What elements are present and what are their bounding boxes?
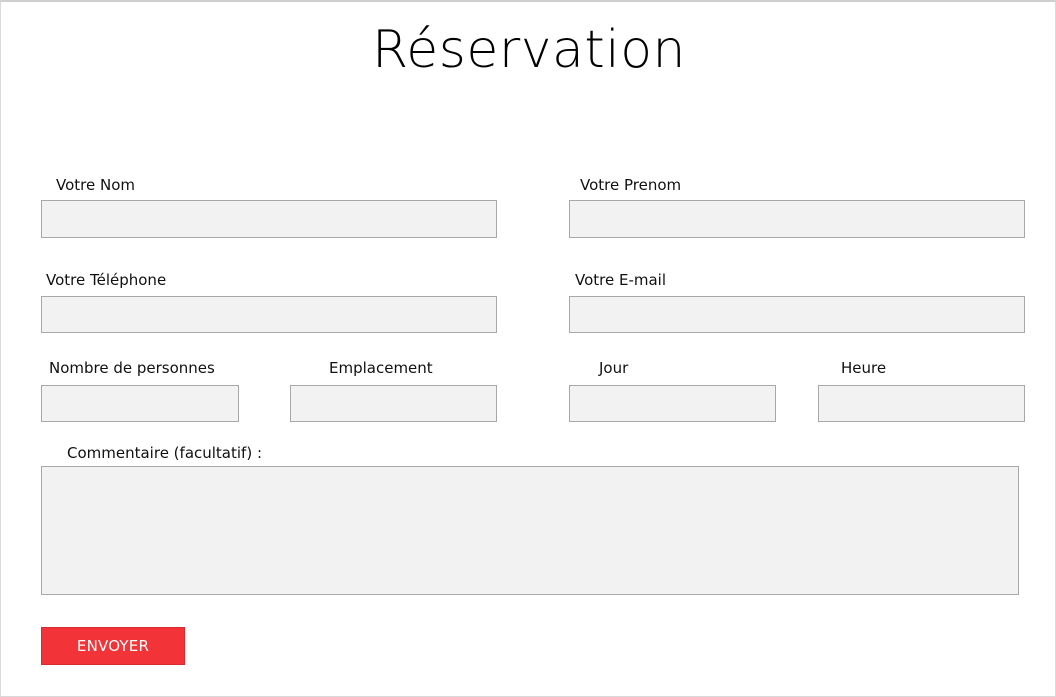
last-name-input[interactable] bbox=[41, 200, 497, 238]
email-input[interactable] bbox=[569, 296, 1025, 333]
guests-input[interactable] bbox=[41, 385, 239, 422]
submit-button[interactable]: ENVOYER bbox=[41, 627, 185, 665]
first-name-input[interactable] bbox=[569, 200, 1025, 238]
phone-label: Votre Téléphone bbox=[46, 271, 167, 289]
page-title: Réservation bbox=[372, 20, 686, 80]
location-label: Emplacement bbox=[329, 359, 433, 377]
day-label: Jour bbox=[599, 359, 629, 377]
time-input[interactable] bbox=[818, 385, 1025, 422]
email-label: Votre E-mail bbox=[575, 271, 667, 289]
comment-label: Commentaire (facultatif) : bbox=[67, 444, 263, 462]
first-name-label: Votre Prenom bbox=[580, 176, 682, 194]
day-input[interactable] bbox=[569, 385, 776, 422]
guests-label: Nombre de personnes bbox=[49, 359, 215, 377]
reservation-page: Réservation Votre Nom Votre Prenom Votre… bbox=[0, 0, 1056, 697]
time-label: Heure bbox=[841, 359, 887, 377]
last-name-label: Votre Nom bbox=[56, 176, 135, 194]
phone-input[interactable] bbox=[41, 296, 497, 333]
comment-textarea[interactable] bbox=[41, 466, 1019, 595]
location-input[interactable] bbox=[290, 385, 497, 422]
